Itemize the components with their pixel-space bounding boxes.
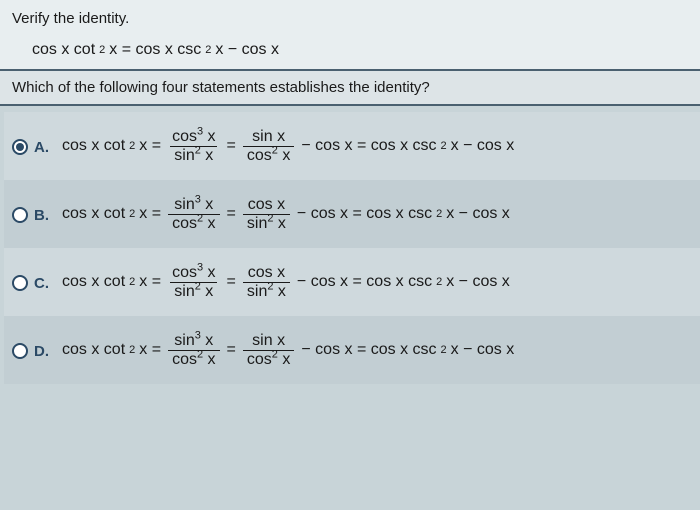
radio-button[interactable] bbox=[12, 139, 28, 155]
fraction-2: sin xcos2 x bbox=[243, 332, 294, 369]
fraction-1: cos3 xsin2 x bbox=[168, 264, 219, 301]
option-row-a[interactable]: A.cos x cot2x =cos3 xsin2 x=sin xcos2 x−… bbox=[4, 112, 700, 180]
mid-text: − cos x = cos x csc bbox=[297, 273, 432, 291]
option-row-c[interactable]: C.cos x cot2x =cos3 xsin2 x=cos xsin2 x−… bbox=[4, 248, 700, 316]
mid-text: − cos x = cos x csc bbox=[301, 341, 436, 359]
mid-text: − cos x = cos x csc bbox=[301, 137, 436, 155]
fraction-1-numerator: sin3 x bbox=[170, 332, 217, 350]
tail-text: x − cos x bbox=[446, 205, 510, 223]
radio-button[interactable] bbox=[12, 275, 28, 291]
lhs-b: x = bbox=[139, 205, 161, 223]
fraction-1-denominator: sin2 x bbox=[170, 282, 217, 301]
lhs-b: x = bbox=[139, 137, 161, 155]
fraction-2-numerator: cos x bbox=[244, 196, 289, 214]
option-label: B. bbox=[34, 207, 49, 224]
fraction-1-numerator: cos3 x bbox=[168, 264, 219, 282]
fraction-2-denominator: sin2 x bbox=[243, 282, 290, 301]
fraction-2: sin xcos2 x bbox=[243, 128, 294, 165]
identity-part-b: x = cos x csc bbox=[109, 41, 201, 59]
lhs-a: cos x cot bbox=[62, 273, 125, 291]
fraction-2-numerator: cos x bbox=[244, 264, 289, 282]
lhs-b: x = bbox=[139, 341, 161, 359]
tail-text: x − cos x bbox=[446, 273, 510, 291]
fraction-1-numerator: sin3 x bbox=[170, 196, 217, 214]
option-row-b[interactable]: B.cos x cot2x =sin3 xcos2 x=cos xsin2 x−… bbox=[4, 180, 700, 248]
radio-button[interactable] bbox=[12, 343, 28, 359]
lhs-a: cos x cot bbox=[62, 341, 125, 359]
identity-equation: cos x cot2 x = cos x csc2 x − cos x bbox=[12, 41, 688, 59]
fraction-2-numerator: sin x bbox=[248, 128, 289, 146]
lhs-a: cos x cot bbox=[62, 205, 125, 223]
fraction-1: sin3 xcos2 x bbox=[168, 332, 219, 369]
fraction-2: cos xsin2 x bbox=[243, 264, 290, 301]
fraction-1-numerator: cos3 x bbox=[168, 128, 219, 146]
header: Verify the identity. cos x cot2 x = cos … bbox=[0, 0, 700, 71]
instruction-text: Verify the identity. bbox=[12, 10, 688, 27]
fraction-1-denominator: cos2 x bbox=[168, 214, 219, 233]
option-equation: cos x cot2x =sin3 xcos2 x=cos xsin2 x− c… bbox=[62, 196, 510, 233]
option-row-d[interactable]: D.cos x cot2x =sin3 xcos2 x=sin xcos2 x−… bbox=[4, 316, 700, 384]
identity-part-a: cos x cot bbox=[32, 41, 95, 59]
fraction-1-denominator: cos2 x bbox=[168, 350, 219, 369]
fraction-1-denominator: sin2 x bbox=[170, 146, 217, 165]
radio-column: B. bbox=[12, 205, 62, 224]
fraction-2-numerator: sin x bbox=[248, 332, 289, 350]
option-label: D. bbox=[34, 343, 49, 360]
lhs-a: cos x cot bbox=[62, 137, 125, 155]
question-strip: Which of the following four statements e… bbox=[0, 71, 700, 106]
mid-text: − cos x = cos x csc bbox=[297, 205, 432, 223]
equals-1: = bbox=[227, 137, 236, 155]
radio-button[interactable] bbox=[12, 207, 28, 223]
options-list: A.cos x cot2x =cos3 xsin2 x=sin xcos2 x−… bbox=[0, 106, 700, 384]
fraction-1: sin3 xcos2 x bbox=[168, 196, 219, 233]
identity-part-c: x − cos x bbox=[215, 41, 279, 59]
radio-column: C. bbox=[12, 273, 62, 292]
radio-column: A. bbox=[12, 137, 62, 156]
fraction-1: cos3 xsin2 x bbox=[168, 128, 219, 165]
equals-1: = bbox=[227, 341, 236, 359]
option-label: A. bbox=[34, 139, 49, 156]
fraction-2-denominator: cos2 x bbox=[243, 146, 294, 165]
option-label: C. bbox=[34, 275, 49, 292]
question-text: Which of the following four statements e… bbox=[12, 79, 430, 96]
option-equation: cos x cot2x =cos3 xsin2 x=sin xcos2 x− c… bbox=[62, 128, 514, 165]
fraction-2: cos xsin2 x bbox=[243, 196, 290, 233]
radio-column: D. bbox=[12, 341, 62, 360]
option-equation: cos x cot2x =cos3 xsin2 x=cos xsin2 x− c… bbox=[62, 264, 510, 301]
option-equation: cos x cot2x =sin3 xcos2 x=sin xcos2 x− c… bbox=[62, 332, 514, 369]
tail-text: x − cos x bbox=[451, 137, 515, 155]
lhs-b: x = bbox=[139, 273, 161, 291]
fraction-2-denominator: cos2 x bbox=[243, 350, 294, 369]
fraction-2-denominator: sin2 x bbox=[243, 214, 290, 233]
equals-1: = bbox=[227, 273, 236, 291]
equals-1: = bbox=[227, 205, 236, 223]
tail-text: x − cos x bbox=[451, 341, 515, 359]
